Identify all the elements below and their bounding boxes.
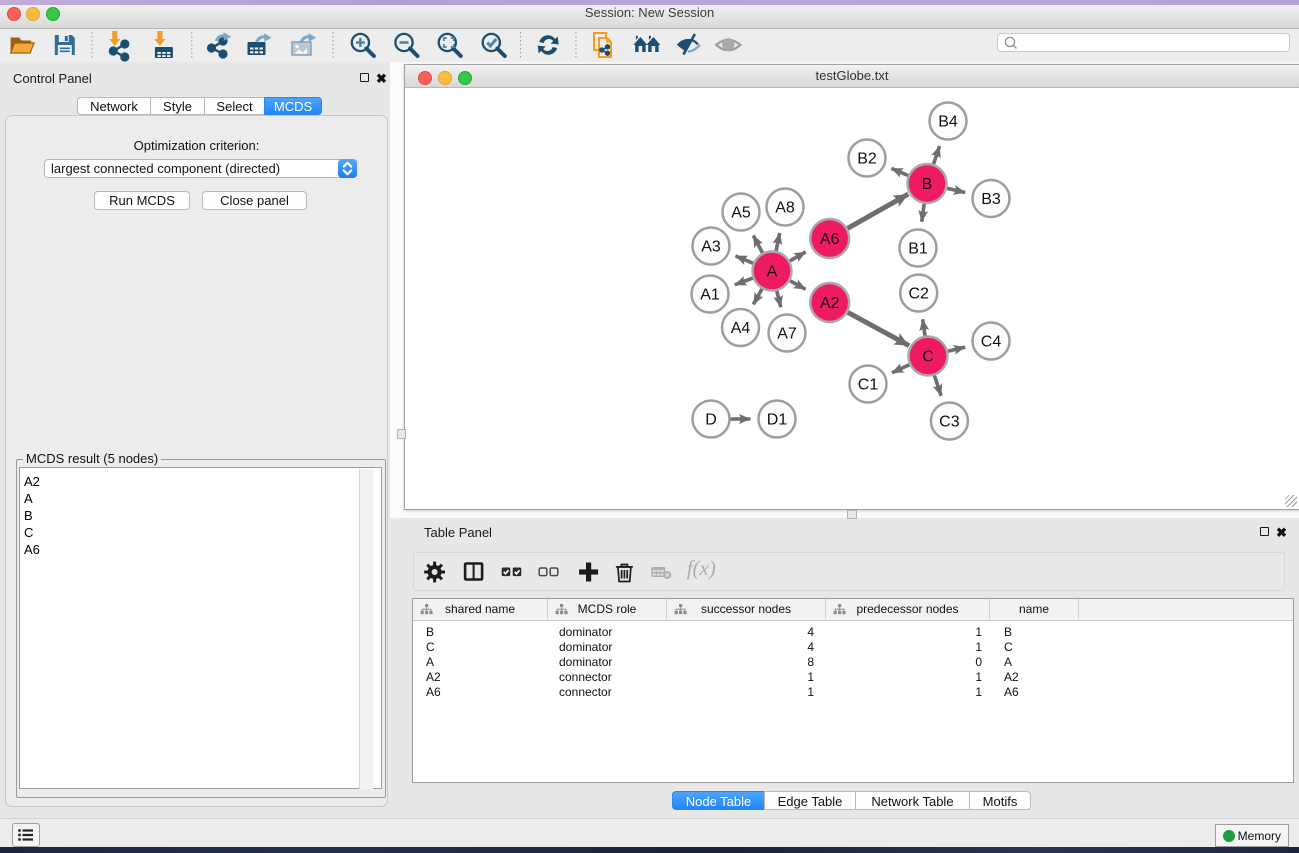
- svg-text:B1: B1: [908, 241, 928, 258]
- svg-text:C4: C4: [981, 334, 1002, 351]
- svg-text:A: A: [767, 264, 778, 281]
- svg-text:C2: C2: [908, 286, 929, 303]
- svg-text:B: B: [922, 176, 933, 193]
- svg-text:B3: B3: [981, 191, 1001, 208]
- svg-text:D: D: [705, 412, 717, 429]
- svg-text:B2: B2: [857, 151, 877, 168]
- svg-text:C3: C3: [939, 414, 960, 431]
- svg-text:A7: A7: [777, 326, 797, 343]
- svg-text:f(x): f(x): [687, 556, 716, 580]
- svg-text:A2: A2: [820, 295, 840, 312]
- svg-text:B4: B4: [938, 114, 958, 131]
- svg-text:A8: A8: [775, 200, 795, 217]
- svg-text:A5: A5: [731, 205, 751, 222]
- svg-text:C1: C1: [858, 377, 879, 394]
- svg-text:A6: A6: [820, 231, 840, 248]
- svg-text:C: C: [922, 349, 934, 366]
- svg-text:A4: A4: [731, 320, 751, 337]
- svg-text:D1: D1: [767, 412, 788, 429]
- svg-text:A3: A3: [701, 239, 721, 256]
- svg-text:A1: A1: [700, 287, 720, 304]
